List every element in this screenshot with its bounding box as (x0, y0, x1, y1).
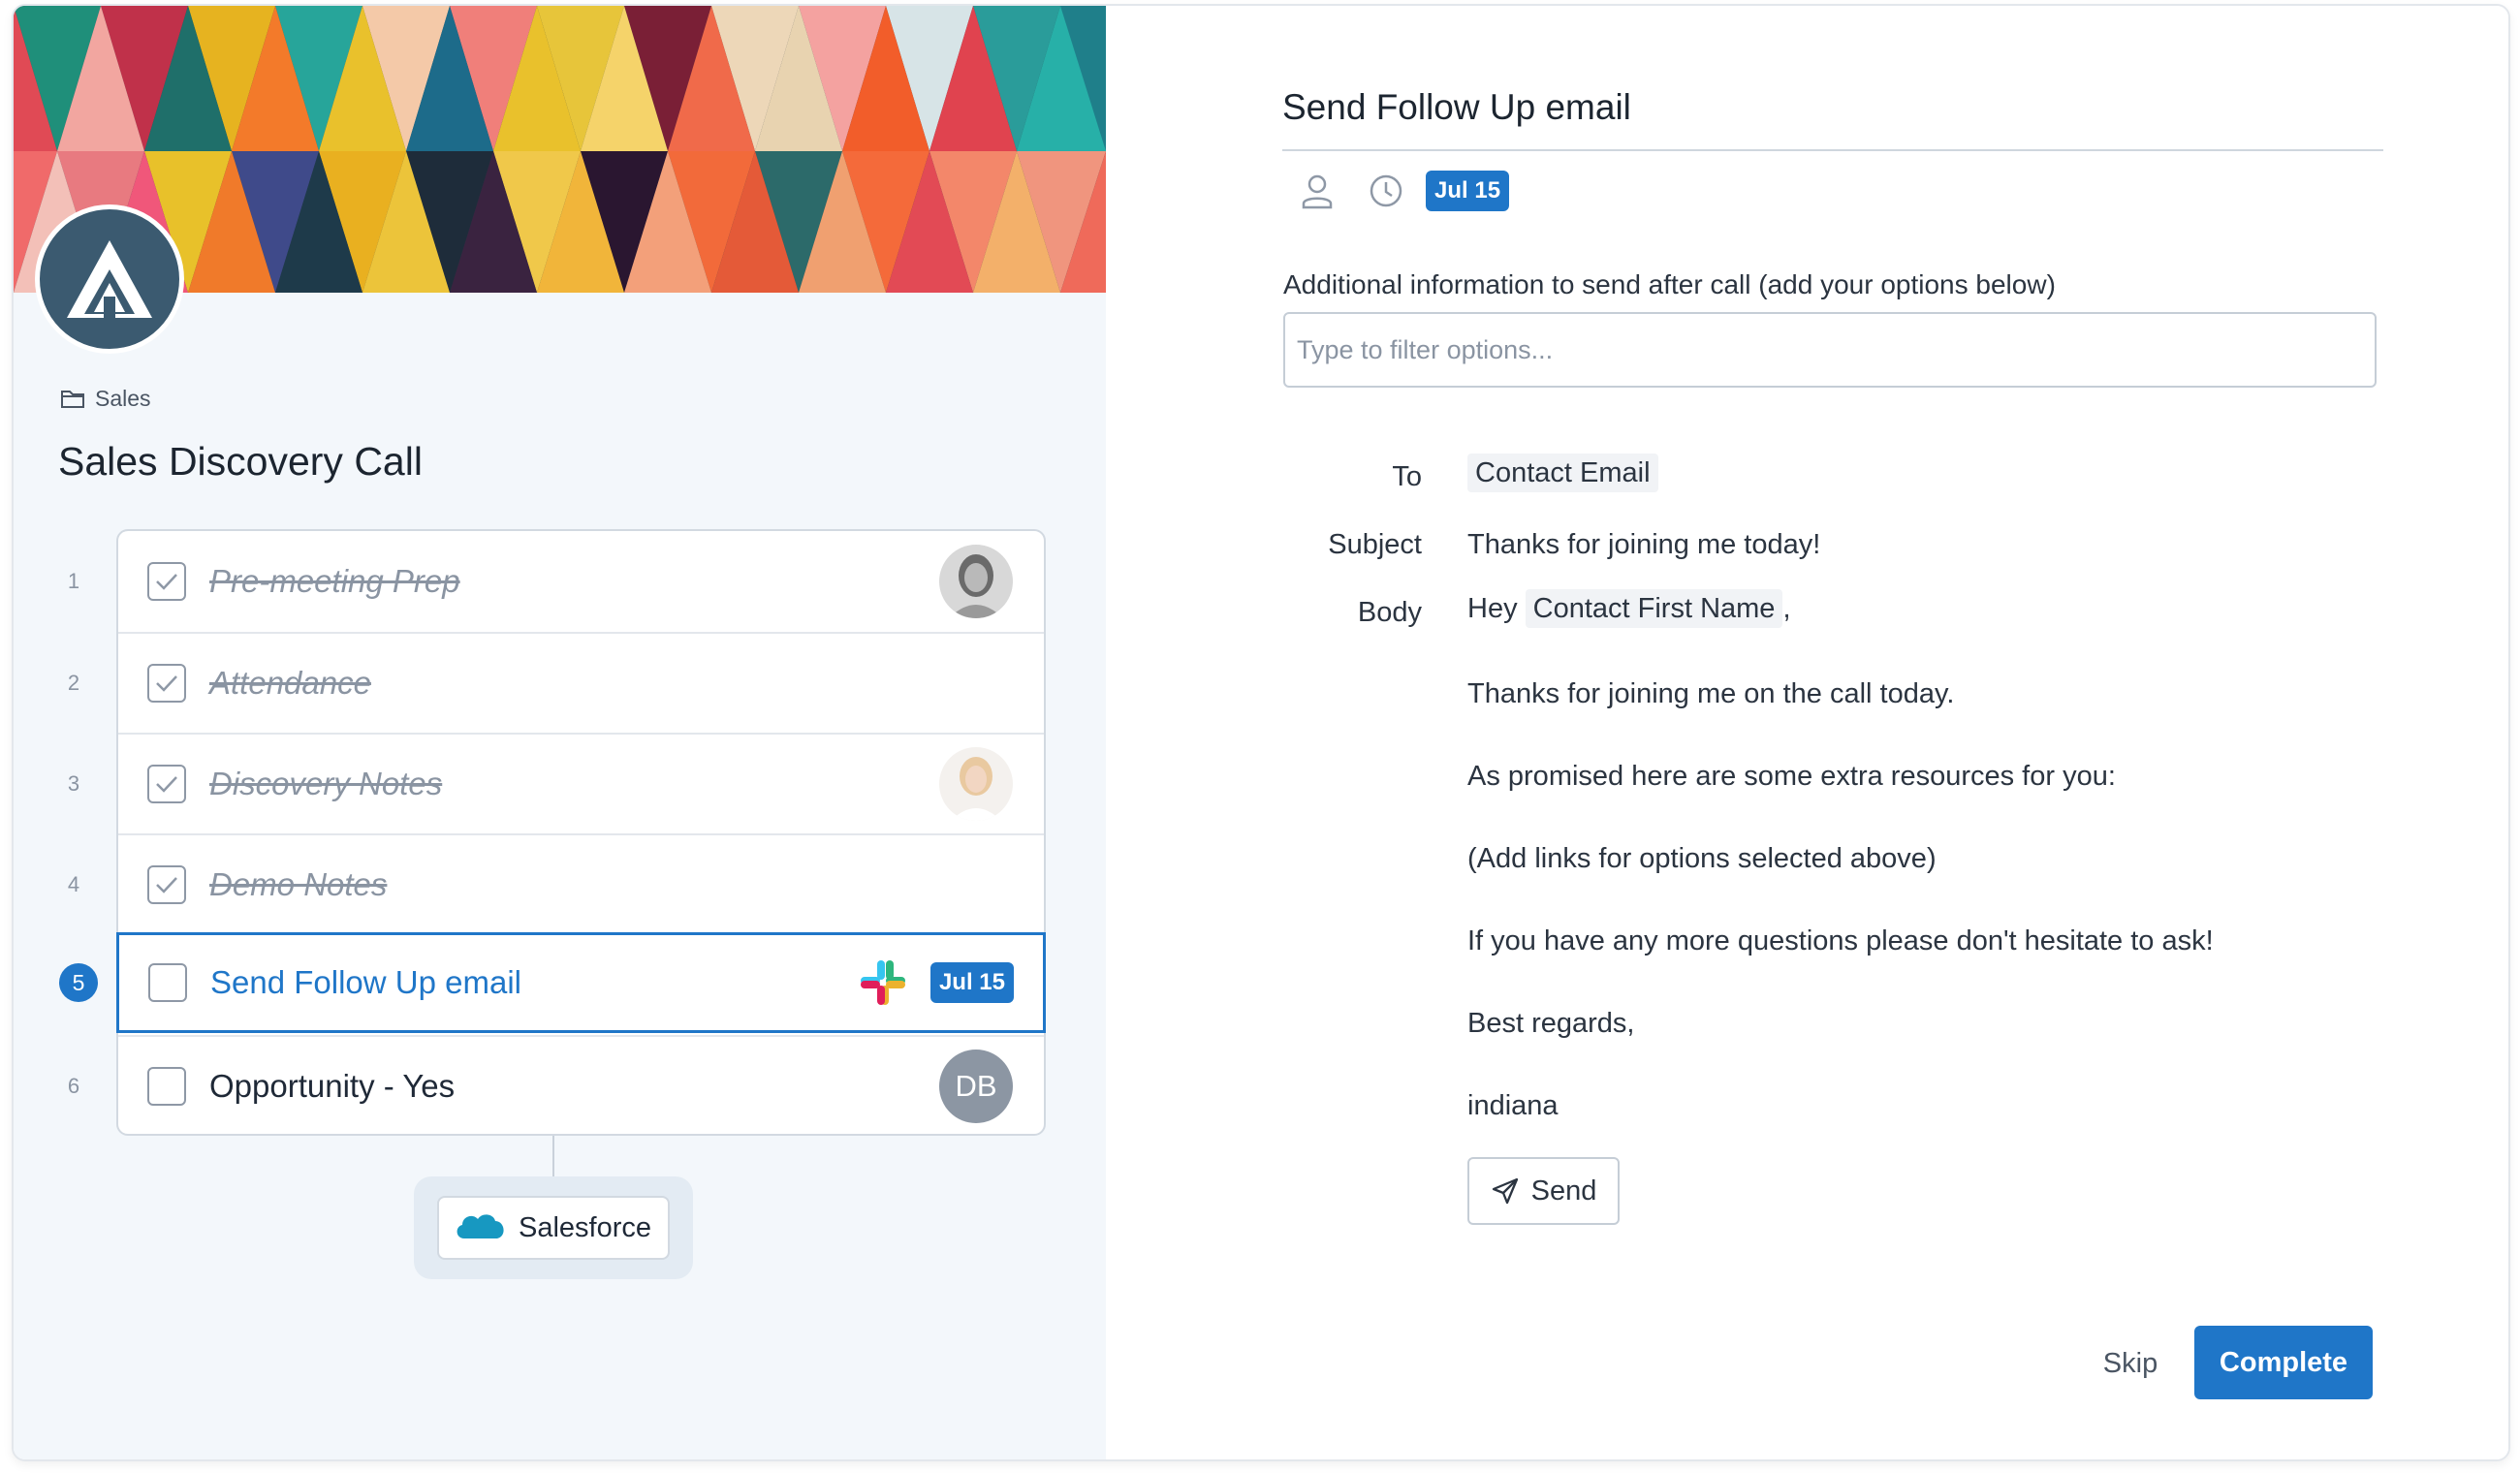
user-icon[interactable] (1300, 172, 1335, 209)
checkmark-icon (156, 877, 177, 893)
mountain-logo-icon (67, 240, 152, 318)
task-label: Demo Notes (209, 866, 388, 902)
task-checkbox[interactable] (147, 664, 186, 703)
send-button-label: Send (1530, 1175, 1597, 1207)
body-line: indiana (1467, 1090, 1559, 1121)
task-number: 2 (67, 671, 80, 695)
task-label: Discovery Notes (209, 766, 443, 801)
filter-options-input[interactable] (1283, 312, 2377, 388)
due-date-badge[interactable]: Jul 15 (1426, 171, 1510, 211)
task-item-opportunity-yes[interactable]: 6 Opportunity - Yes DB (68, 1035, 1044, 1136)
breadcrumb-folder-label: Sales (95, 386, 151, 411)
contact-first-name-token: Contact First Name (1525, 589, 1783, 628)
task-detail-panel: Send Follow Up email Jul 15 Additional i… (1106, 6, 2508, 1459)
task-checkbox[interactable] (147, 865, 186, 904)
task-title: Send Follow Up email (1282, 87, 1631, 127)
slack-icon (861, 960, 905, 1005)
integration-chip-label: Salesforce (519, 1211, 652, 1243)
task-item-send-follow-up-email[interactable]: 5 Send Follow Up email Jul 15 (59, 932, 1046, 1033)
body-line: If you have any more questions please do… (1467, 925, 2214, 956)
checkmark-icon (156, 574, 177, 590)
task-item-discovery-notes[interactable]: 3 Discovery Notes (68, 733, 1044, 833)
workflow-title: Sales Discovery Call (58, 439, 423, 484)
app-window: Sales Sales Discovery Call 1 Pre-meeting… (12, 4, 2510, 1461)
subject-value: Thanks for joining me today! (1467, 529, 1821, 560)
body-line: (Add links for options selected above) (1467, 843, 1937, 874)
task-number: 3 (67, 771, 80, 796)
task-label: Send Follow Up email (210, 964, 521, 1000)
body-line: Best regards, (1467, 1008, 1635, 1039)
send-button[interactable]: Send (1467, 1157, 1620, 1225)
integration-container: Salesforce (414, 1176, 693, 1279)
due-date-badge: Jul 15 (929, 962, 1014, 1003)
checkmark-icon (156, 776, 177, 793)
greeting-prefix: Hey (1467, 593, 1518, 624)
assignee-initials-avatar: DB (939, 1050, 1013, 1123)
assignee-photo-avatar (939, 747, 1013, 821)
workflow-panel: Sales Sales Discovery Call 1 Pre-meeting… (14, 6, 1106, 1459)
body-line: Thanks for joining me on the call today. (1467, 678, 1955, 709)
task-number: 1 (67, 569, 80, 593)
skip-button[interactable]: Skip (2087, 1328, 2174, 1399)
task-checkbox[interactable] (147, 1067, 186, 1106)
task-number: 6 (67, 1074, 80, 1098)
task-item-pre-meeting-prep[interactable]: 1 Pre-meeting Prep (68, 531, 1044, 632)
title-divider (1282, 149, 2383, 151)
task-item-attendance[interactable]: 2 Attendance (68, 632, 1044, 733)
task-label: Attendance (209, 665, 371, 701)
contact-email-token: Contact Email (1467, 454, 1658, 492)
body-greeting: Hey Contact First Name, (1467, 589, 1791, 628)
task-checkbox[interactable] (147, 765, 186, 803)
subject-label: Subject (1328, 529, 1422, 560)
options-field-label: Additional information to send after cal… (1283, 269, 2056, 299)
salesforce-icon (457, 1214, 504, 1238)
paper-plane-icon (1492, 1177, 1518, 1205)
to-label: To (1392, 461, 1422, 492)
complete-button[interactable]: Complete (2194, 1326, 2373, 1399)
connector-line (552, 1136, 554, 1178)
checkmark-icon (156, 675, 177, 692)
clock-icon[interactable] (1368, 172, 1404, 209)
body-label: Body (1357, 597, 1422, 628)
task-label: Opportunity - Yes (209, 1068, 456, 1104)
body-line: As promised here are some extra resource… (1467, 761, 2116, 792)
task-checkbox[interactable] (147, 562, 186, 601)
task-checkbox[interactable] (148, 963, 187, 1002)
salesforce-integration-chip[interactable]: Salesforce (437, 1196, 670, 1260)
to-value: Contact Email (1467, 454, 1658, 492)
task-label: Pre-meeting Prep (209, 563, 460, 599)
task-item-demo-notes[interactable]: 4 Demo Notes (68, 833, 1044, 934)
task-list: 1 Pre-meeting Prep 2 Attendance 3 Discov… (59, 529, 1046, 1136)
assignee-photo-avatar (939, 545, 1013, 618)
folder-icon (61, 390, 84, 408)
greeting-suffix: , (1782, 593, 1791, 624)
task-number: 4 (67, 872, 80, 896)
task-meta-bar: Jul 15 (1282, 171, 1510, 211)
workflow-logo-avatar (35, 204, 184, 354)
task-number-active: 5 (59, 963, 98, 1002)
breadcrumb[interactable]: Sales (60, 386, 151, 412)
